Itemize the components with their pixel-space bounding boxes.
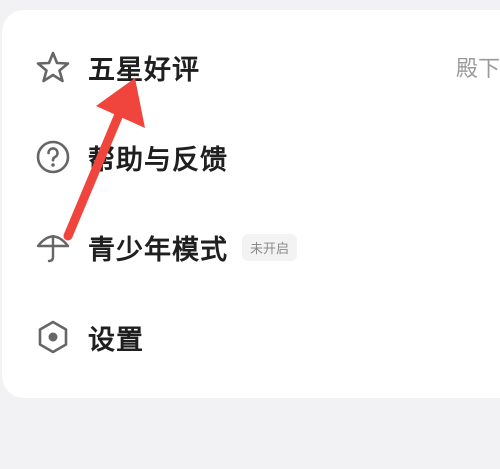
menu-item-settings[interactable]: 设置 xyxy=(2,292,500,382)
menu-item-teen-mode[interactable]: 青少年模式 未开启 xyxy=(2,202,500,292)
screen: 五星好评 殿下 帮助与反馈 青少年模式 未开启 设置 xyxy=(0,0,500,469)
umbrella-icon xyxy=(34,228,72,266)
menu-item-help-feedback[interactable]: 帮助与反馈 xyxy=(2,112,500,202)
help-icon xyxy=(34,138,72,176)
menu-card: 五星好评 殿下 帮助与反馈 青少年模式 未开启 设置 xyxy=(2,10,500,398)
menu-item-label: 设置 xyxy=(88,324,144,356)
menu-item-label: 五星好评 xyxy=(88,54,200,86)
menu-item-five-star-review[interactable]: 五星好评 殿下 xyxy=(2,22,500,112)
menu-item-label: 青少年模式 xyxy=(88,234,228,266)
menu-item-label: 帮助与反馈 xyxy=(88,144,228,176)
star-icon xyxy=(34,48,72,86)
settings-icon xyxy=(34,318,72,356)
menu-item-trailing-text: 殿下 xyxy=(455,57,500,82)
status-badge: 未开启 xyxy=(242,233,298,261)
